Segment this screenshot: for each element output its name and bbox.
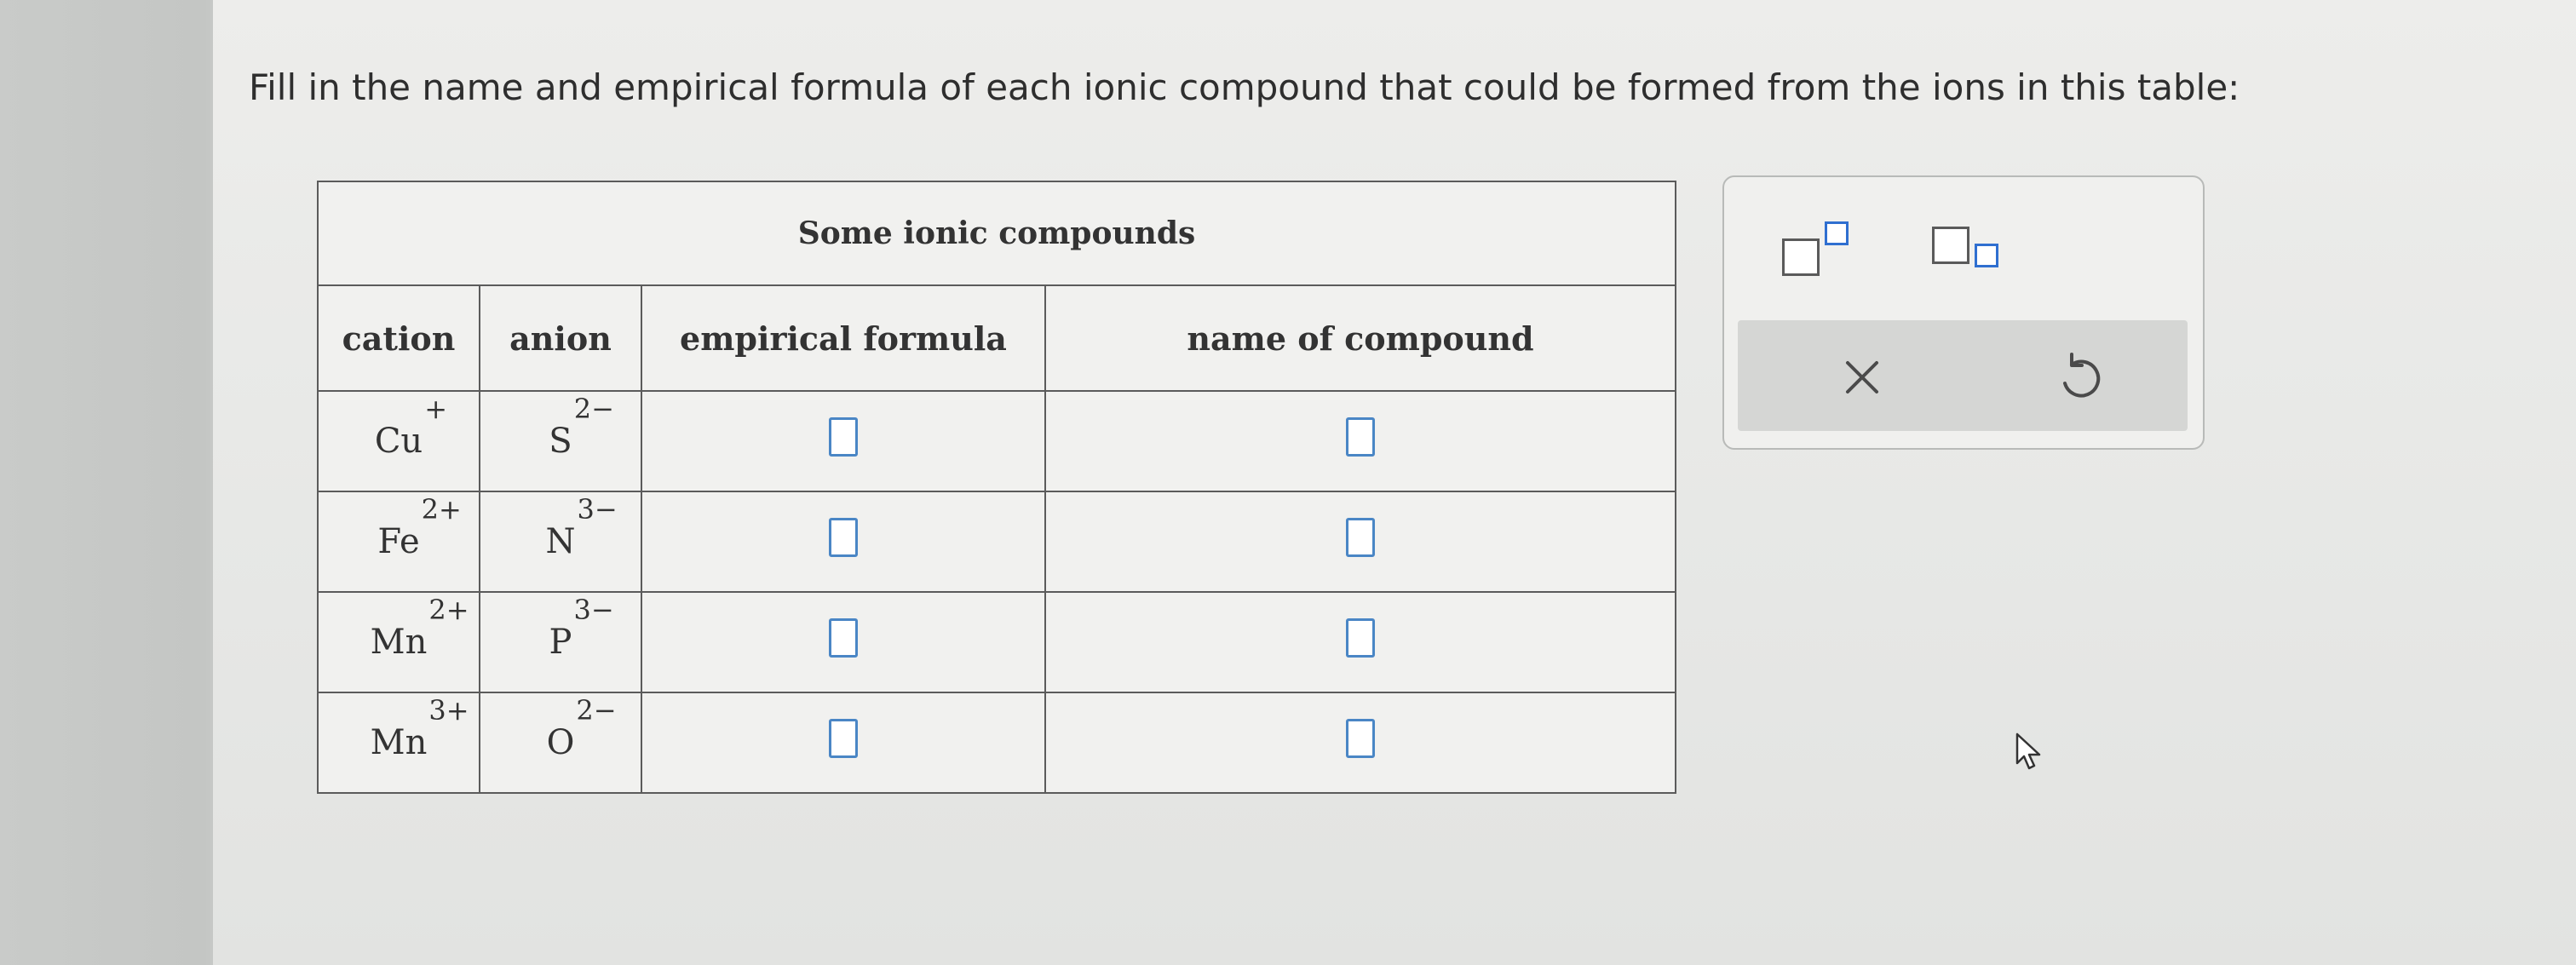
undo-button[interactable]	[2038, 339, 2123, 416]
compound-name-input[interactable]	[1346, 618, 1375, 658]
compound-name-input[interactable]	[1346, 417, 1375, 457]
table-title: Some ionic compounds	[317, 181, 1676, 286]
table-row: Fe 2+ N 3−	[317, 491, 1676, 593]
table-row: Mn 2+ P 3−	[317, 591, 1676, 693]
formula-input[interactable]	[829, 719, 858, 758]
formula-input[interactable]	[829, 518, 858, 557]
cation-charge: 2+	[421, 493, 462, 526]
anion-symbol: N	[545, 522, 576, 561]
anion-cell: P 3−	[479, 591, 642, 693]
anion-symbol: O	[546, 723, 575, 762]
formula-input[interactable]	[829, 417, 858, 457]
cation-cell: Mn 3+	[317, 692, 480, 794]
table-row: Cu + S 2−	[317, 390, 1676, 492]
anion-charge: 2−	[573, 393, 614, 425]
cation-symbol: Cu	[374, 422, 423, 461]
cation-cell: Mn 2+	[317, 591, 480, 693]
name-cell	[1044, 491, 1676, 593]
cation-cell: Cu +	[317, 390, 480, 492]
anion-charge: 3−	[573, 594, 614, 626]
header-anion: anion	[479, 284, 642, 392]
cation-charge: 3+	[428, 694, 469, 727]
cation-symbol: Fe	[377, 522, 420, 561]
formula-cell	[641, 390, 1046, 492]
anion-charge: 3−	[577, 493, 618, 526]
header-cation: cation	[317, 284, 480, 392]
header-name-of-compound: name of compound	[1044, 284, 1676, 392]
header-empirical-formula: empirical formula	[641, 284, 1046, 392]
compound-name-input[interactable]	[1346, 518, 1375, 557]
anion-symbol: S	[549, 422, 572, 461]
name-cell	[1044, 591, 1676, 693]
action-bar	[1738, 320, 2188, 431]
compound-name-input[interactable]	[1346, 719, 1375, 758]
anion-cell: S 2−	[479, 390, 642, 492]
undo-icon	[2063, 353, 2101, 398]
anion-charge: 2−	[576, 694, 617, 727]
cation-symbol: Mn	[370, 723, 428, 762]
cation-charge: +	[424, 393, 447, 425]
formula-cell	[641, 491, 1046, 593]
ionic-compounds-table: Some ionic compounds cation anion empiri…	[317, 181, 1676, 794]
cation-charge: 2+	[428, 594, 469, 626]
formula-input[interactable]	[829, 618, 858, 658]
formula-tool-panel	[1722, 175, 2205, 450]
question-text: Fill in the name and empirical formula o…	[249, 66, 2240, 108]
formula-cell	[641, 692, 1046, 794]
name-cell	[1044, 692, 1676, 794]
name-cell	[1044, 390, 1676, 492]
table-row: Mn 3+ O 2−	[317, 692, 1676, 794]
cation-symbol: Mn	[370, 623, 428, 662]
clear-button[interactable]	[1820, 339, 1905, 416]
anion-cell: O 2−	[479, 692, 642, 794]
close-icon	[1846, 361, 1878, 393]
subscript-button[interactable]	[1932, 227, 2009, 278]
formula-cell	[641, 591, 1046, 693]
superscript-button[interactable]	[1782, 221, 1859, 276]
mouse-pointer-icon	[2015, 732, 2041, 770]
anion-cell: N 3−	[479, 491, 642, 593]
cation-cell: Fe 2+	[317, 491, 480, 593]
anion-symbol: P	[549, 623, 572, 662]
